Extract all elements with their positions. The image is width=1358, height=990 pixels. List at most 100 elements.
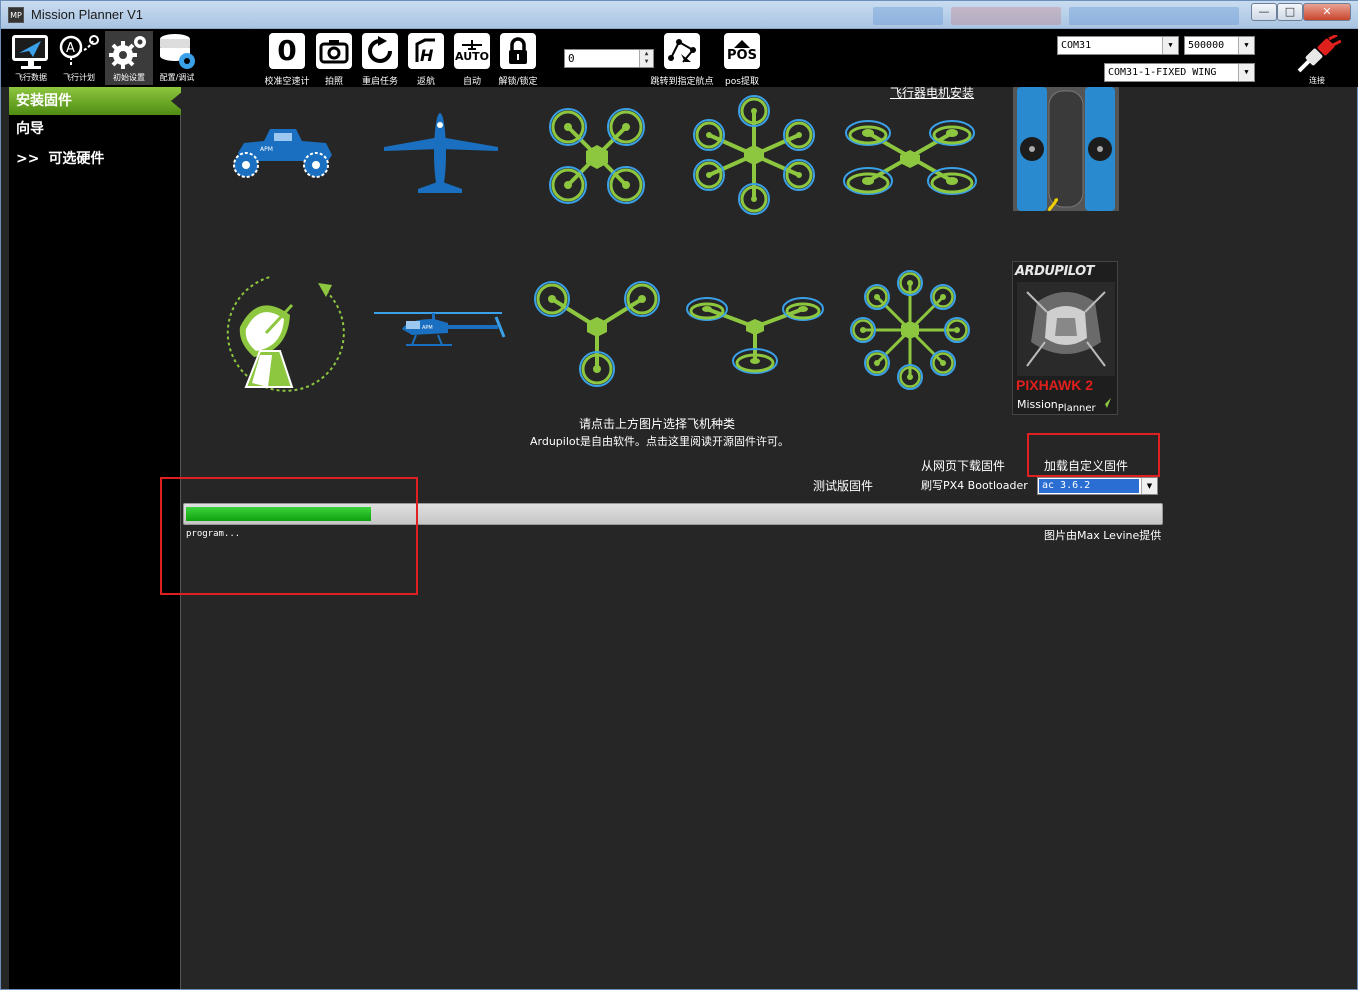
vehicle-octa[interactable] — [850, 269, 970, 391]
motor-setup-link[interactable]: 飞行器电机安装 — [890, 84, 974, 101]
flash-bootloader-link[interactable]: 刷写PX4 Bootloader — [921, 477, 1028, 493]
background-window-ghost — [873, 7, 943, 25]
flight-plan-icon: A — [59, 35, 99, 65]
auto-icon: AUTO — [455, 49, 489, 63]
close-button[interactable]: ✕ — [1303, 3, 1351, 21]
image-credit: 图片由Max Levine提供 — [1044, 529, 1162, 542]
firmware-version-select[interactable]: ac 3.6.2 ▼ — [1037, 477, 1158, 495]
chevron-down-icon: ▼ — [1141, 478, 1157, 494]
vehicle-antenna-tracker[interactable] — [222, 271, 348, 399]
annotation-box-custom-firmware — [1027, 433, 1160, 477]
restart-mission-button[interactable]: 重启任务 — [357, 31, 403, 87]
svg-text:APM: APM — [422, 325, 433, 331]
minimize-button[interactable]: — — [1251, 3, 1277, 21]
mission-planner-logo-text: Planner — [1057, 403, 1096, 414]
config-tuning-icon — [160, 34, 195, 69]
nav-flight-plan[interactable]: A 飞行计划 — [55, 31, 103, 85]
calibrate-airspeed-label: 校准空速计 — [264, 77, 310, 87]
baud-rate-value: 500000 — [1188, 40, 1225, 51]
vehicle-coax-stand[interactable] — [1011, 87, 1121, 213]
vehicle-hexa[interactable] — [687, 95, 821, 215]
auto-mode-label: 自动 — [462, 77, 481, 87]
pos-extract-label: pos提取 — [725, 77, 759, 87]
setup-sidebar: 安装固件 向导 >> 可选硬件 — [9, 87, 181, 989]
instruction-text: 请点击上方图片选择飞机种类 — [579, 417, 736, 431]
nav-label: 飞行计划 — [63, 73, 95, 82]
flight-data-icon — [12, 35, 48, 69]
vehicle-plane[interactable] — [382, 111, 502, 195]
goto-waypoint-label: 跳转到指定航点 — [650, 77, 714, 87]
initial-setup-icon — [109, 36, 146, 69]
vehicle-quad[interactable] — [542, 101, 652, 211]
sidebar-item-label: 向导 — [16, 121, 44, 137]
mission-planner-logo-text: Mission — [1017, 398, 1058, 411]
vehicle-tri[interactable] — [534, 279, 660, 389]
return-home-button[interactable]: H 返航 — [403, 31, 449, 87]
pos-extract-button[interactable]: POS pos提取 — [719, 31, 765, 87]
waypoint-value: 0 — [568, 52, 575, 65]
title-bar: MP Mission Planner V1 — □ ✕ — [1, 1, 1358, 29]
svg-text:APM: APM — [260, 146, 273, 153]
pos-icon: POS — [727, 47, 757, 63]
sidebar-item-optional-hardware[interactable]: >> 可选硬件 — [9, 145, 181, 173]
restart-icon — [368, 36, 392, 63]
background-window-ghost — [951, 7, 1061, 25]
nav-flight-data[interactable]: 飞行数据 — [7, 31, 55, 85]
beta-firmware-link[interactable]: 测试版固件 — [813, 477, 873, 494]
vehicle-y6[interactable] — [685, 293, 825, 383]
app-logo-icon: MP — [8, 7, 24, 23]
sidebar-item-install-firmware[interactable]: 安装固件 — [9, 87, 181, 115]
vehicle-heli[interactable]: APM — [372, 307, 512, 351]
profile-select[interactable]: COM31-1-FIXED WING ▼ — [1104, 63, 1255, 82]
firmware-version-value: ac 3.6.2 — [1039, 479, 1139, 493]
zero-icon: 0 — [277, 34, 297, 67]
arm-disarm-label: 解锁/锁定 — [498, 77, 538, 87]
ardupilot-logo: ARDUPILOT — [1015, 264, 1095, 279]
license-link[interactable]: Ardupilot是自由软件。点击这里阅读开源固件许可。 — [530, 433, 789, 449]
calibrate-airspeed-button[interactable]: 0 校准空速计 — [263, 31, 311, 87]
nav-initial-setup[interactable]: 初始设置 — [105, 31, 153, 85]
com-port-select[interactable]: COM31 ▼ — [1057, 36, 1179, 55]
return-home-label: 返航 — [416, 77, 435, 87]
download-web-firmware-link[interactable]: 从网页下载固件 — [921, 457, 1005, 474]
chevron-down-icon: ▼ — [1238, 37, 1254, 54]
chevron-down-icon: ▼ — [1162, 37, 1178, 54]
auto-mode-button[interactable]: AUTO 自动 — [449, 31, 495, 87]
nav-config-tuning[interactable]: 配置/调试 — [153, 31, 201, 85]
vehicle-rover[interactable]: APM — [230, 117, 338, 185]
restart-mission-label: 重启任务 — [361, 77, 398, 87]
nav-label: 飞行数据 — [15, 73, 47, 82]
annotation-box-progress — [160, 477, 418, 595]
pixhawk2-title: PIXHAWK 2 — [1016, 377, 1094, 393]
mission-planner-window: MP Mission Planner V1 — □ ✕ 飞行数据 A 飞行计划 … — [0, 0, 1358, 990]
com-port-value: COM31 — [1061, 40, 1092, 51]
sidebar-item-wizard[interactable]: 向导 — [9, 115, 181, 143]
connect-label: 连接 — [1309, 76, 1325, 85]
vehicle-octa-quad[interactable] — [842, 115, 978, 201]
nav-label: 初始设置 — [113, 73, 145, 82]
arm-disarm-button[interactable]: 解锁/锁定 — [495, 31, 541, 87]
nav-label: 配置/调试 — [159, 73, 195, 82]
profile-value: COM31-1-FIXED WING — [1108, 67, 1217, 78]
baud-rate-select[interactable]: 500000 ▼ — [1184, 36, 1255, 55]
return-home-icon: H — [415, 38, 435, 65]
pixhawk-device-image — [1017, 282, 1115, 376]
maximize-button[interactable]: □ — [1277, 3, 1303, 21]
connect-button[interactable]: 连接 — [1289, 33, 1345, 86]
double-chevron-icon: >> — [16, 151, 40, 167]
plane-small-icon — [462, 39, 482, 50]
plug-icon — [1297, 33, 1342, 73]
mission-planner-logo: MissionPlanner — [1017, 398, 1096, 414]
main-toolbar: 飞行数据 A 飞行计划 初始设置 配置/调试 0 校准空速计 拍照 重启任务 H… — [1, 29, 1358, 87]
goto-waypoint-button[interactable]: 跳转到指定航点 — [637, 31, 727, 87]
sidebar-item-label: 可选硬件 — [48, 151, 105, 167]
goto-waypoint-icon — [668, 39, 696, 63]
take-photo-button[interactable]: 拍照 — [311, 31, 357, 87]
chevron-down-icon: ▼ — [1238, 64, 1254, 81]
plane-logo-icon — [1101, 398, 1111, 408]
window-title: Mission Planner V1 — [31, 7, 143, 22]
svg-text:H: H — [420, 46, 434, 65]
vehicle-pixhawk2[interactable]: ARDUPILOT PIXHAWK 2 MissionPlanner — [1012, 261, 1118, 415]
background-window-ghost — [1069, 7, 1239, 25]
svg-text:A: A — [66, 41, 75, 56]
